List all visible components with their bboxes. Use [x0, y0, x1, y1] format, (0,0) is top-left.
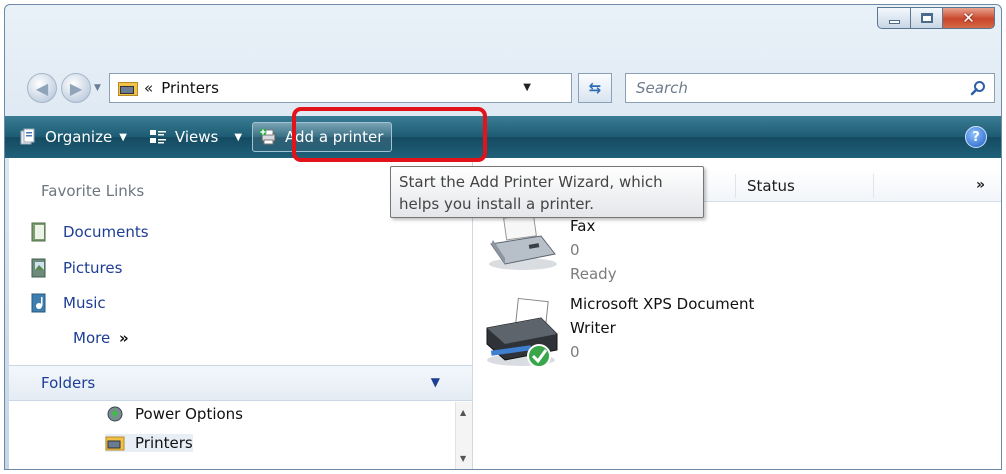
tooltip-line2: helps you install a printer. [399, 195, 594, 213]
scroll-down-icon[interactable]: ▼ [460, 454, 466, 463]
favorite-link-documents[interactable]: Documents [31, 222, 149, 242]
printer-xps-item[interactable]: Microsoft XPS Document Writer 0 [570, 292, 754, 364]
scroll-up-icon[interactable]: ▲ [460, 408, 466, 417]
printers-folder-icon [118, 80, 138, 96]
pictures-icon [31, 258, 46, 278]
caption-buttons: ✕ [877, 7, 995, 29]
close-button[interactable]: ✕ [943, 7, 995, 29]
help-button[interactable]: ? [965, 126, 987, 148]
chevron-down-icon[interactable]: ▼ [431, 375, 440, 389]
favorite-link-label: Pictures [63, 259, 123, 277]
tooltip-line1: Start the Add Printer Wizard, which [399, 173, 663, 191]
more-label: More [73, 329, 111, 347]
more-chevron-icon: » [118, 329, 129, 347]
explorer-window: ✕ ◀ ▶ ▼ « Printers ▼ ⇆ Search Organize ▼… [4, 4, 1002, 470]
favorite-links-header: Favorite Links [41, 182, 145, 200]
folders-header[interactable]: Folders ▼ [9, 365, 472, 401]
forward-button[interactable]: ▶ [61, 73, 91, 103]
power-options-icon [107, 406, 123, 422]
minimize-button[interactable] [877, 7, 911, 29]
organize-icon [20, 128, 35, 145]
navigation-bar: ◀ ▶ ▼ « Printers ▼ ⇆ Search [5, 69, 1001, 107]
column-overflow-chevron-icon[interactable]: » [976, 177, 985, 193]
favorite-link-label: Music [63, 294, 106, 312]
organize-button[interactable]: Organize ▼ [19, 116, 127, 158]
more-links[interactable]: More » [73, 329, 129, 347]
music-icon [31, 293, 46, 313]
printer-jobs: 0 [570, 343, 580, 361]
search-placeholder: Search [636, 79, 688, 97]
tree-item-label: Printers [135, 434, 193, 452]
minimize-icon [888, 20, 900, 24]
add-printer-highlight [292, 107, 487, 162]
back-button[interactable]: ◀ [27, 73, 57, 103]
documents-icon [31, 222, 46, 242]
search-box[interactable]: Search [625, 73, 995, 103]
address-dropdown-icon[interactable]: ▼ [523, 82, 531, 93]
help-icon: ? [972, 129, 980, 145]
tree-item-power-options[interactable]: Power Options [105, 405, 243, 423]
search-icon[interactable] [970, 80, 986, 96]
folders-title: Folders [41, 374, 96, 392]
back-arrow-icon: ◀ [35, 78, 49, 98]
printer-status: Ready [570, 265, 617, 283]
column-divider[interactable] [873, 174, 874, 198]
folders-scrollbar[interactable]: ▲ ▼ [455, 402, 472, 469]
breadcrumb-location[interactable]: Printers [161, 79, 219, 97]
column-header-status[interactable]: Status [747, 177, 795, 195]
breadcrumb-overflow[interactable]: « [144, 79, 153, 97]
address-bar[interactable]: « Printers ▼ [109, 73, 572, 103]
views-icon [149, 130, 166, 144]
forward-arrow-icon: ▶ [69, 78, 83, 98]
printer-name-line1: Microsoft XPS Document [570, 295, 755, 313]
close-icon: ✕ [962, 9, 975, 27]
xps-printer-icon[interactable] [483, 298, 563, 370]
views-button[interactable]: Views [149, 116, 218, 158]
add-printer-tooltip: Start the Add Printer Wizard, which help… [390, 166, 704, 218]
maximize-button[interactable] [911, 7, 943, 29]
printer-fax-item[interactable]: Fax 0 Ready [570, 214, 617, 286]
organize-label: Organize [45, 128, 113, 146]
fax-icon[interactable] [485, 214, 559, 272]
maximize-icon [920, 13, 933, 23]
printers-folder-icon [105, 436, 125, 451]
add-printer-icon [259, 128, 276, 145]
tree-item-printers[interactable]: Printers [105, 434, 193, 452]
column-divider[interactable] [735, 174, 736, 198]
refresh-icon: ⇆ [588, 79, 602, 97]
organize-dropdown-icon: ▼ [119, 131, 127, 143]
printer-name-line2: Writer [570, 319, 616, 337]
refresh-button[interactable]: ⇆ [578, 73, 612, 103]
recent-pages-dropdown[interactable]: ▼ [94, 83, 101, 93]
favorite-link-music[interactable]: Music [31, 293, 106, 313]
favorite-link-label: Documents [63, 223, 149, 241]
tree-item-label: Power Options [135, 405, 243, 423]
favorite-link-pictures[interactable]: Pictures [31, 258, 122, 278]
views-label: Views [174, 128, 219, 146]
printer-jobs: 0 [570, 241, 580, 259]
views-dropdown-icon[interactable]: ▼ [234, 132, 242, 143]
command-bar: Organize ▼ Views ▼ Add a printer ? [5, 116, 1001, 158]
